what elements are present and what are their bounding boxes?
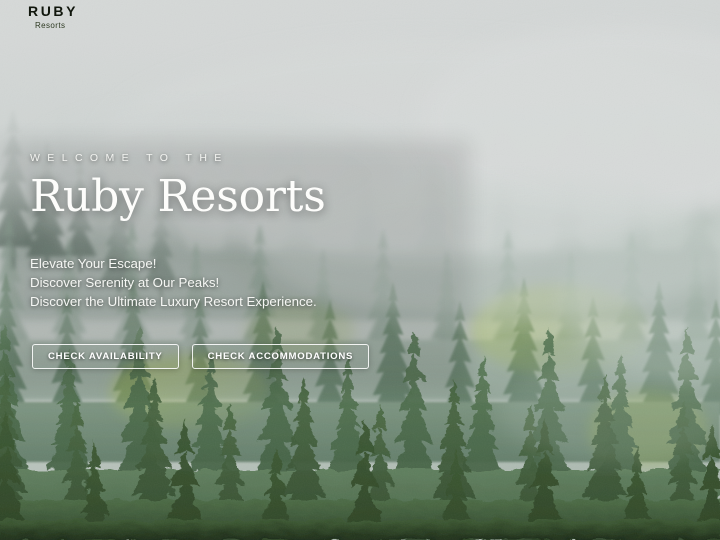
brand-logo[interactable]: RUBY Resorts: [28, 4, 78, 30]
check-accommodations-button[interactable]: CHECK ACCOMMODATIONS: [191, 344, 370, 369]
tagline-line-3: Discover the Ultimate Luxury Resort Expe…: [30, 294, 317, 310]
hero-section: RUBY Resorts WELCOME TO THE Ruby Resorts…: [0, 0, 720, 540]
hero-tagline: Elevate Your Escape! Discover Serenity a…: [30, 254, 470, 311]
check-availability-button[interactable]: CHECK AVAILABILITY: [32, 344, 179, 369]
tagline-line-2: Discover Serenity at Our Peaks!: [30, 275, 220, 291]
hero-copy: WELCOME TO THE Ruby Resorts Elevate Your…: [30, 152, 470, 311]
tagline-line-1: Elevate Your Escape!: [30, 256, 157, 272]
brand-name: RUBY: [28, 3, 79, 19]
hero-eyebrow: WELCOME TO THE: [30, 152, 229, 164]
brand-subtitle: Resorts: [35, 21, 66, 30]
page-title: Ruby Resorts: [30, 171, 326, 222]
hero-cta-group: CHECK AVAILABILITY CHECK ACCOMMODATIONS: [32, 344, 370, 369]
